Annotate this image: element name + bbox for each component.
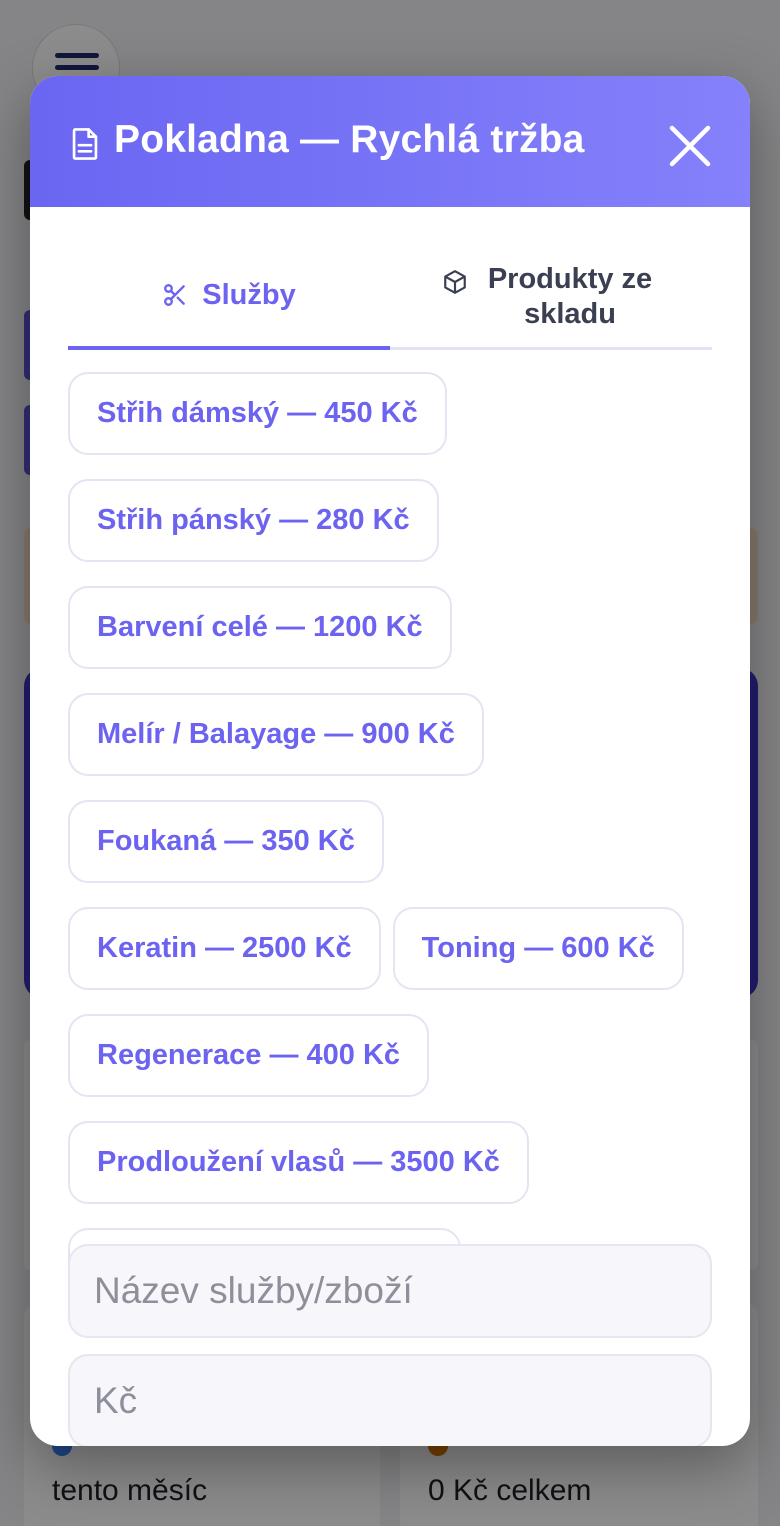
tab-services-label: Služby — [202, 278, 296, 311]
document-icon — [72, 127, 98, 160]
service-chip[interactable]: Toning — 600 Kč — [392, 907, 684, 990]
quick-sale-modal: Pokladna — Rychlá tržba Služby Produkty … — [30, 76, 750, 1446]
service-chip[interactable]: Regenerace — 400 Kč — [68, 1014, 430, 1097]
box-icon — [444, 270, 466, 294]
service-chip[interactable]: Keratin — 2500 Kč — [68, 907, 381, 990]
service-chip[interactable]: Střih dámský — 450 Kč — [68, 372, 447, 455]
service-chip[interactable]: Melír / Balayage — 900 Kč — [68, 693, 484, 776]
tab-bar: Služby Produkty ze skladu — [68, 244, 712, 350]
tab-products[interactable]: Produkty ze skladu — [390, 244, 712, 350]
service-chip[interactable]: Střih pánský — 280 Kč — [68, 479, 439, 562]
service-chip[interactable]: Foukaná — 350 Kč — [68, 800, 384, 883]
tab-products-label: Produkty ze skladu — [487, 263, 653, 330]
modal-header: Pokladna — Rychlá tržba — [30, 76, 750, 207]
item-name-input[interactable] — [68, 1244, 712, 1338]
service-chip[interactable]: Barvení celé — 1200 Kč — [68, 586, 452, 669]
price-input[interactable] — [68, 1354, 712, 1446]
modal-title: Pokladna — Rychlá tržba — [114, 117, 585, 161]
scissors-icon — [164, 284, 186, 306]
services-list: Střih dámský — 450 Kč Střih pánský — 280… — [68, 372, 728, 1311]
service-chip[interactable]: Prodloužení vlasů — 3500 Kč — [68, 1121, 529, 1204]
tab-services[interactable]: Služby — [68, 244, 390, 350]
close-icon[interactable] — [668, 124, 712, 168]
